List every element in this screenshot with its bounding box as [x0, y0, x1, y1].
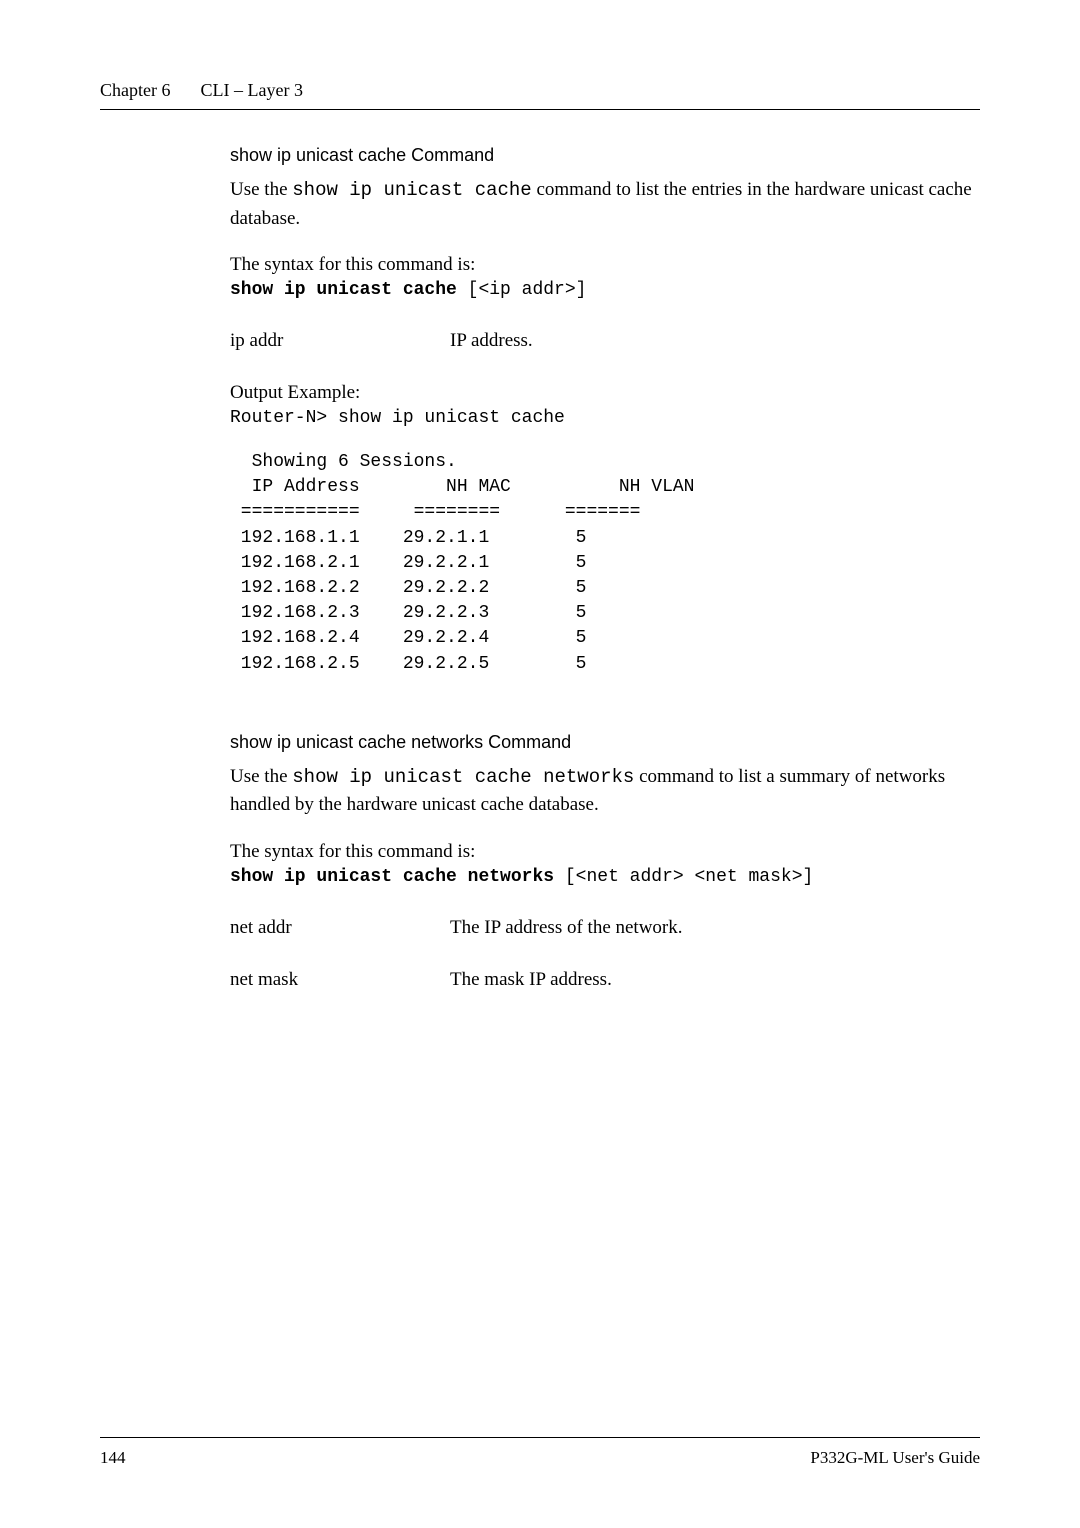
intro-command: show ip unicast cache	[292, 179, 531, 201]
param-desc-netmask: The mask IP address.	[450, 969, 612, 991]
param-name-netmask: net mask	[230, 969, 450, 991]
syntax-rest: [<ip addr>]	[457, 280, 587, 300]
syntax-intro-2: The syntax for this command is:	[230, 841, 980, 863]
section1-intro: Use the show ip unicast cache command to…	[230, 176, 980, 232]
syntax-bold-2: show ip unicast cache networks	[230, 867, 554, 887]
syntax-line-1: show ip unicast cache [<ip addr>]	[230, 280, 980, 300]
param-row-ip-addr: ip addr IP address.	[230, 330, 980, 352]
param-row-net-mask: net mask The mask IP address.	[230, 969, 980, 991]
page-footer: 144 P332G-ML User's Guide	[100, 1437, 980, 1468]
intro-text-pre-2: Use the	[230, 766, 292, 787]
section2-intro: Use the show ip unicast cache networks c…	[230, 763, 980, 819]
param-name: ip addr	[230, 330, 450, 352]
param-desc-netaddr: The IP address of the network.	[450, 917, 683, 939]
page-content: show ip unicast cache Command Use the sh…	[230, 145, 980, 991]
guide-title: P332G-ML User's Guide	[810, 1448, 980, 1468]
section-heading-2: show ip unicast cache networks Command	[230, 732, 980, 753]
terminal-output: Showing 6 Sessions. IP Address NH MAC NH…	[230, 450, 980, 677]
syntax-intro-1: The syntax for this command is:	[230, 254, 980, 276]
footer-divider	[100, 1437, 980, 1438]
syntax-bold: show ip unicast cache	[230, 280, 457, 300]
syntax-line-2: show ip unicast cache networks [<net add…	[230, 867, 980, 887]
section-heading-1: show ip unicast cache Command	[230, 145, 980, 166]
intro-command-2: show ip unicast cache networks	[292, 766, 634, 788]
example-label: Output Example:	[230, 382, 980, 404]
header-divider	[100, 109, 980, 110]
page-header: Chapter 6 CLI – Layer 3	[100, 80, 980, 101]
param-desc: IP address.	[450, 330, 533, 352]
chapter-label: Chapter 6	[100, 80, 170, 101]
param-name-netaddr: net addr	[230, 917, 450, 939]
chapter-title: CLI – Layer 3	[200, 80, 302, 101]
footer-row: 144 P332G-ML User's Guide	[100, 1448, 980, 1468]
page-number: 144	[100, 1448, 126, 1468]
intro-text-pre: Use the	[230, 179, 292, 200]
param-row-net-addr: net addr The IP address of the network.	[230, 917, 980, 939]
example-command: Router-N> show ip unicast cache	[230, 408, 980, 428]
syntax-rest-2: [<net addr> <net mask>]	[554, 867, 813, 887]
